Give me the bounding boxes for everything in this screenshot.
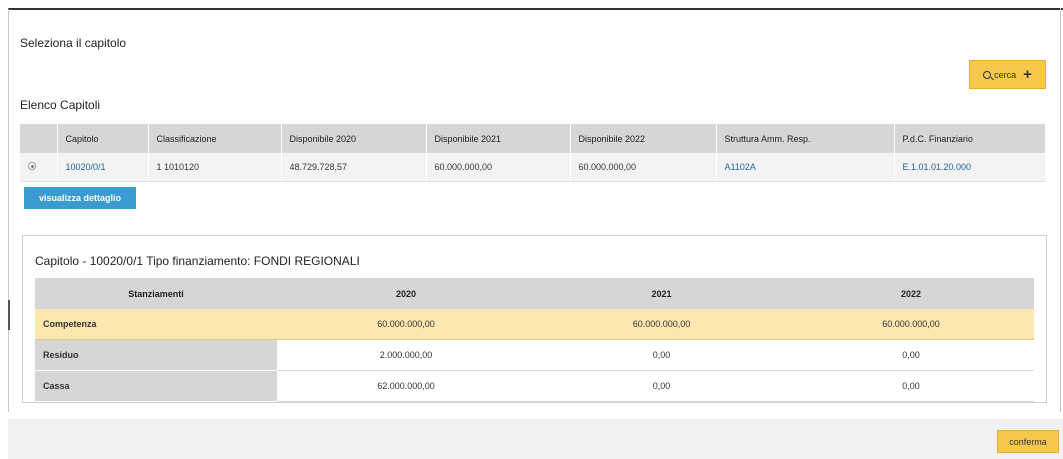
scroll-indicator [8,300,10,330]
value-2021: 60.000.000,00 [535,309,788,340]
column-header: Classificazione [148,124,282,153]
section-title: Elenco Capitoli [20,98,101,112]
search-button-label: cerca [994,69,1017,80]
table-row[interactable]: 10020/0/1 1 1010120 48.729.728,57 60.000… [20,153,1046,182]
stanziamenti-table: Stanziamenti 2020 2021 2022 Competenza 6… [35,278,1034,402]
struttura-cell[interactable]: A1102A [716,153,895,182]
value-2020: 60.000.000,00 [277,309,535,340]
radio-cell[interactable] [20,153,58,182]
search-button[interactable]: cerca + [969,60,1046,89]
value-2022: 60.000.000,00 [788,309,1034,340]
row-label: Cassa [35,370,277,402]
radio-icon[interactable] [28,162,36,170]
column-header: Capitolo [57,124,149,153]
confirm-button[interactable]: conferma [997,430,1059,453]
column-header: 2021 [535,278,788,309]
panel-title: Capitolo - 10020/0/1 Tipo finanziamento:… [35,254,360,268]
footer-bar [8,419,1063,459]
value-2022: 0,00 [788,370,1034,402]
table-row: Cassa 62.000.000,00 0,00 0,00 [35,370,1034,402]
table-row: Residuo 2.000.000,00 0,00 0,00 [35,339,1034,371]
capitoli-table: Capitolo Classificazione Disponibile 202… [20,124,1046,182]
column-header: P.d.C. Finanziario [894,124,1046,153]
table-row: Competenza 60.000.000,00 60.000.000,00 6… [35,309,1034,340]
plus-icon: + [1023,66,1032,83]
disponibile-2021-cell: 60.000.000,00 [426,153,571,182]
column-header [20,124,58,153]
detail-panel: Capitolo - 10020/0/1 Tipo finanziamento:… [22,235,1047,403]
pdc-cell[interactable]: E.1.01.01.20.000 [894,153,1046,182]
page-title: Seleziona il capitolo [20,36,127,50]
column-header: Disponibile 2020 [281,124,427,153]
value-2022: 0,00 [788,339,1034,371]
column-header: Stanziamenti [35,278,277,309]
table-header-row: Stanziamenti 2020 2021 2022 [35,278,1034,309]
value-2021: 0,00 [535,339,788,371]
view-detail-button[interactable]: visualizza dettaglio [24,187,136,209]
modal-right-border [1060,8,1061,412]
value-2020: 2.000.000,00 [277,339,535,371]
capitolo-cell[interactable]: 10020/0/1 [57,153,149,182]
classificazione-cell: 1 1010120 [148,153,282,182]
column-header: Struttura Amm. Resp. [716,124,895,153]
row-label: Competenza [35,309,277,340]
value-2021: 0,00 [535,370,788,402]
disponibile-2020-cell: 48.729.728,57 [281,153,427,182]
value-2020: 62.000.000,00 [277,370,535,402]
table-header-row: Capitolo Classificazione Disponibile 202… [20,124,1046,153]
row-label: Residuo [35,339,277,371]
column-header: 2022 [788,278,1034,309]
column-header: 2020 [277,278,535,309]
column-header: Disponibile 2022 [570,124,717,153]
search-icon [983,70,992,79]
column-header: Disponibile 2021 [426,124,571,153]
disponibile-2022-cell: 60.000.000,00 [570,153,717,182]
